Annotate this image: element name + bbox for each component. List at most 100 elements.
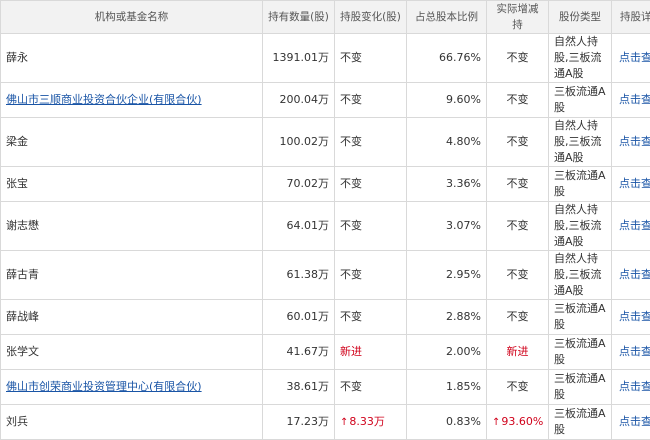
- cell-ratio: 9.60%: [407, 83, 487, 118]
- cell-actual-change: 不变: [487, 370, 549, 405]
- cell-change: 不变: [335, 370, 407, 405]
- cell-share-type: 三板流通A股: [549, 300, 612, 335]
- cell-detail[interactable]: 点击查看: [612, 370, 650, 405]
- view-detail-link[interactable]: 点击查看: [619, 93, 650, 106]
- cell-ratio: 2.95%: [407, 251, 487, 300]
- actual-change-value: 不变: [507, 380, 529, 393]
- cell-holder-name: 张宝: [1, 167, 263, 202]
- header-name: 机构或基金名称: [1, 1, 263, 34]
- cell-change: 不变: [335, 118, 407, 167]
- cell-ratio: 4.80%: [407, 118, 487, 167]
- cell-amount: 17.23万: [263, 405, 335, 440]
- cell-change: ↑8.33万: [335, 405, 407, 440]
- cell-amount: 70.02万: [263, 167, 335, 202]
- change-value: 不变: [340, 310, 362, 323]
- actual-change-value: 93.60%: [501, 415, 543, 428]
- cell-detail[interactable]: 点击查看: [612, 335, 650, 370]
- institution-link[interactable]: 佛山市创荣商业投资管理中心(有限合伙): [6, 380, 202, 393]
- cell-amount: 1391.01万: [263, 34, 335, 83]
- view-detail-link[interactable]: 点击查看: [619, 177, 650, 190]
- holder-name: 梁金: [6, 135, 28, 148]
- header-actual: 实际增减持: [487, 1, 549, 34]
- view-detail-link[interactable]: 点击查看: [619, 219, 650, 232]
- arrow-up-icon: ↑: [492, 417, 500, 428]
- cell-holder-name[interactable]: 佛山市三顺商业投资合伙企业(有限合伙): [1, 83, 263, 118]
- change-value: 不变: [340, 177, 362, 190]
- cell-detail[interactable]: 点击查看: [612, 83, 650, 118]
- table-row: 刘兵17.23万↑8.33万0.83%↑93.60%三板流通A股点击查看: [1, 405, 650, 440]
- cell-change: 不变: [335, 34, 407, 83]
- cell-detail[interactable]: 点击查看: [612, 34, 650, 83]
- cell-share-type: 三板流通A股: [549, 167, 612, 202]
- header-amount: 持有数量(股): [263, 1, 335, 34]
- cell-holder-name: 刘兵: [1, 405, 263, 440]
- change-value: 不变: [340, 51, 362, 64]
- view-detail-link[interactable]: 点击查看: [619, 51, 650, 64]
- table-row: 谢志懋64.01万不变3.07%不变自然人持股,三板流通A股点击查看: [1, 202, 650, 251]
- header-change: 持股变化(股): [335, 1, 407, 34]
- cell-actual-change: 不变: [487, 34, 549, 83]
- cell-holder-name[interactable]: 佛山市创荣商业投资管理中心(有限合伙): [1, 370, 263, 405]
- cell-change: 不变: [335, 83, 407, 118]
- cell-change: 不变: [335, 167, 407, 202]
- table-body: 薛永1391.01万不变66.76%不变自然人持股,三板流通A股点击查看佛山市三…: [1, 34, 650, 440]
- cell-share-type: 三板流通A股: [549, 335, 612, 370]
- view-detail-link[interactable]: 点击查看: [619, 268, 650, 281]
- change-value: 不变: [340, 219, 362, 232]
- cell-ratio: 2.88%: [407, 300, 487, 335]
- view-detail-link[interactable]: 点击查看: [619, 135, 650, 148]
- arrow-up-icon: ↑: [340, 417, 348, 428]
- cell-ratio: 3.07%: [407, 202, 487, 251]
- cell-actual-change: 不变: [487, 251, 549, 300]
- cell-detail[interactable]: 点击查看: [612, 202, 650, 251]
- cell-ratio: 0.83%: [407, 405, 487, 440]
- holder-name: 薛永: [6, 51, 28, 64]
- header-type: 股份类型: [549, 1, 612, 34]
- change-value: 不变: [340, 268, 362, 281]
- institution-link[interactable]: 佛山市三顺商业投资合伙企业(有限合伙): [6, 93, 202, 106]
- change-value: 不变: [340, 135, 362, 148]
- cell-ratio: 3.36%: [407, 167, 487, 202]
- cell-actual-change: ↑93.60%: [487, 405, 549, 440]
- cell-ratio: 2.00%: [407, 335, 487, 370]
- holder-name: 薛战峰: [6, 310, 39, 323]
- header-ratio: 占总股本比例: [407, 1, 487, 34]
- cell-share-type: 自然人持股,三板流通A股: [549, 202, 612, 251]
- cell-detail[interactable]: 点击查看: [612, 300, 650, 335]
- view-detail-link[interactable]: 点击查看: [619, 345, 650, 358]
- view-detail-link[interactable]: 点击查看: [619, 415, 650, 428]
- cell-actual-change: 不变: [487, 300, 549, 335]
- change-value: 不变: [340, 380, 362, 393]
- cell-detail[interactable]: 点击查看: [612, 405, 650, 440]
- cell-change: 不变: [335, 202, 407, 251]
- actual-change-value: 不变: [507, 51, 529, 64]
- cell-amount: 64.01万: [263, 202, 335, 251]
- actual-change-value: 不变: [507, 93, 529, 106]
- change-value: 8.33万: [349, 415, 385, 428]
- actual-change-value: 新进: [507, 345, 529, 358]
- change-value: 不变: [340, 93, 362, 106]
- view-detail-link[interactable]: 点击查看: [619, 310, 650, 323]
- holder-name: 刘兵: [6, 415, 28, 428]
- table-header-row: 机构或基金名称 持有数量(股) 持股变化(股) 占总股本比例 实际增减持 股份类…: [1, 1, 650, 34]
- holder-name: 张学文: [6, 345, 39, 358]
- actual-change-value: 不变: [507, 219, 529, 232]
- cell-change: 不变: [335, 300, 407, 335]
- cell-share-type: 三板流通A股: [549, 405, 612, 440]
- cell-actual-change: 不变: [487, 83, 549, 118]
- shareholder-table: 机构或基金名称 持有数量(股) 持股变化(股) 占总股本比例 实际增减持 股份类…: [0, 0, 650, 440]
- actual-change-value: 不变: [507, 310, 529, 323]
- cell-detail[interactable]: 点击查看: [612, 251, 650, 300]
- cell-detail[interactable]: 点击查看: [612, 167, 650, 202]
- cell-change: 新进: [335, 335, 407, 370]
- table-row: 薛战峰60.01万不变2.88%不变三板流通A股点击查看: [1, 300, 650, 335]
- actual-change-value: 不变: [507, 268, 529, 281]
- cell-change: 不变: [335, 251, 407, 300]
- cell-detail[interactable]: 点击查看: [612, 118, 650, 167]
- cell-ratio: 1.85%: [407, 370, 487, 405]
- view-detail-link[interactable]: 点击查看: [619, 380, 650, 393]
- cell-share-type: 自然人持股,三板流通A股: [549, 118, 612, 167]
- cell-share-type: 三板流通A股: [549, 83, 612, 118]
- cell-amount: 61.38万: [263, 251, 335, 300]
- cell-holder-name: 薛战峰: [1, 300, 263, 335]
